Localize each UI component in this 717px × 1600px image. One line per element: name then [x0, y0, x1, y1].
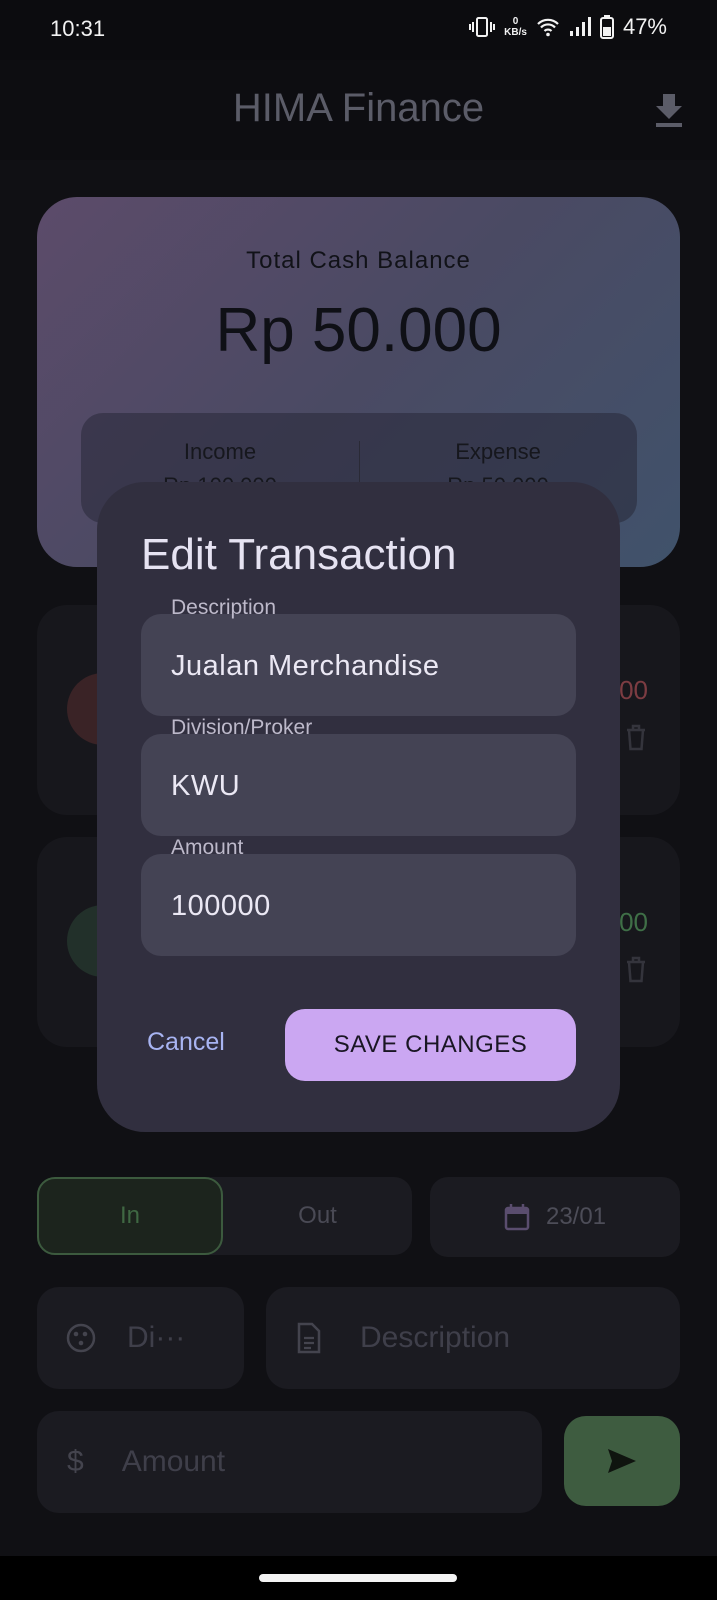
- delete-icon[interactable]: [624, 723, 648, 751]
- description-field[interactable]: Description Jualan Merchandise: [141, 596, 576, 716]
- save-changes-button[interactable]: SAVE CHANGES: [285, 1009, 576, 1081]
- signal-icon: [569, 17, 591, 36]
- battery-level: 47%: [622, 14, 667, 39]
- toggle-out-button[interactable]: Out: [223, 1177, 412, 1255]
- battery-icon: [599, 15, 614, 39]
- amount-placeholder: Amount: [121, 1445, 226, 1478]
- division-input[interactable]: Di···: [37, 1287, 244, 1389]
- income-label: Income: [183, 439, 257, 464]
- description-placeholder: Description: [360, 1321, 511, 1354]
- download-icon: [656, 94, 682, 127]
- download-button[interactable]: [649, 90, 689, 130]
- field-value[interactable]: KWU: [171, 770, 240, 803]
- balance-label: Total Cash Balance: [246, 247, 471, 274]
- field-label: Description: [171, 596, 277, 619]
- app-title: HIMA Finance: [232, 86, 485, 130]
- palette-icon: [66, 1323, 96, 1353]
- field-label: Division/Proker: [171, 716, 313, 739]
- wifi-icon: [537, 18, 559, 37]
- status-bar: 10:31 0 KB/s 47%: [0, 0, 717, 60]
- net-speed: 0 KB/s: [504, 16, 527, 38]
- status-time: 10:31: [50, 16, 106, 41]
- transaction-amount: 00: [619, 675, 648, 705]
- send-button[interactable]: [564, 1416, 680, 1506]
- app-bar: HIMA Finance: [0, 60, 717, 160]
- home-indicator[interactable]: [259, 1574, 457, 1582]
- date-value: 23/01: [545, 1203, 607, 1230]
- toggle-in-button[interactable]: In: [37, 1177, 223, 1255]
- balance-amount: Rp 50.000: [215, 296, 502, 365]
- calendar-icon: [504, 1204, 530, 1231]
- division-placeholder: Di···: [127, 1321, 186, 1354]
- edit-transaction-dialog: Edit Transaction Description Jualan Merc…: [97, 482, 620, 1132]
- dialog-title: Edit Transaction: [141, 530, 457, 579]
- expense-label: Expense: [455, 439, 541, 464]
- description-input[interactable]: Description: [266, 1287, 680, 1389]
- amount-input[interactable]: $ Amount: [37, 1411, 542, 1513]
- date-picker-button[interactable]: 23/01: [430, 1177, 680, 1257]
- delete-icon[interactable]: [624, 955, 648, 983]
- cancel-button[interactable]: Cancel: [147, 1028, 225, 1057]
- document-icon: [297, 1322, 321, 1354]
- amount-field[interactable]: Amount 100000: [141, 836, 576, 956]
- transaction-amount: 00: [619, 907, 648, 937]
- field-label: Amount: [171, 836, 244, 859]
- send-icon: [608, 1449, 636, 1473]
- dollar-icon: $: [67, 1445, 84, 1478]
- vibrate-icon: [469, 17, 496, 37]
- type-toggle: In Out: [37, 1177, 412, 1255]
- field-value[interactable]: 100000: [171, 890, 271, 923]
- division-field[interactable]: Division/Proker KWU: [141, 716, 576, 836]
- field-value[interactable]: Jualan Merchandise: [171, 650, 440, 683]
- status-icons: 0 KB/s 47%: [469, 14, 667, 40]
